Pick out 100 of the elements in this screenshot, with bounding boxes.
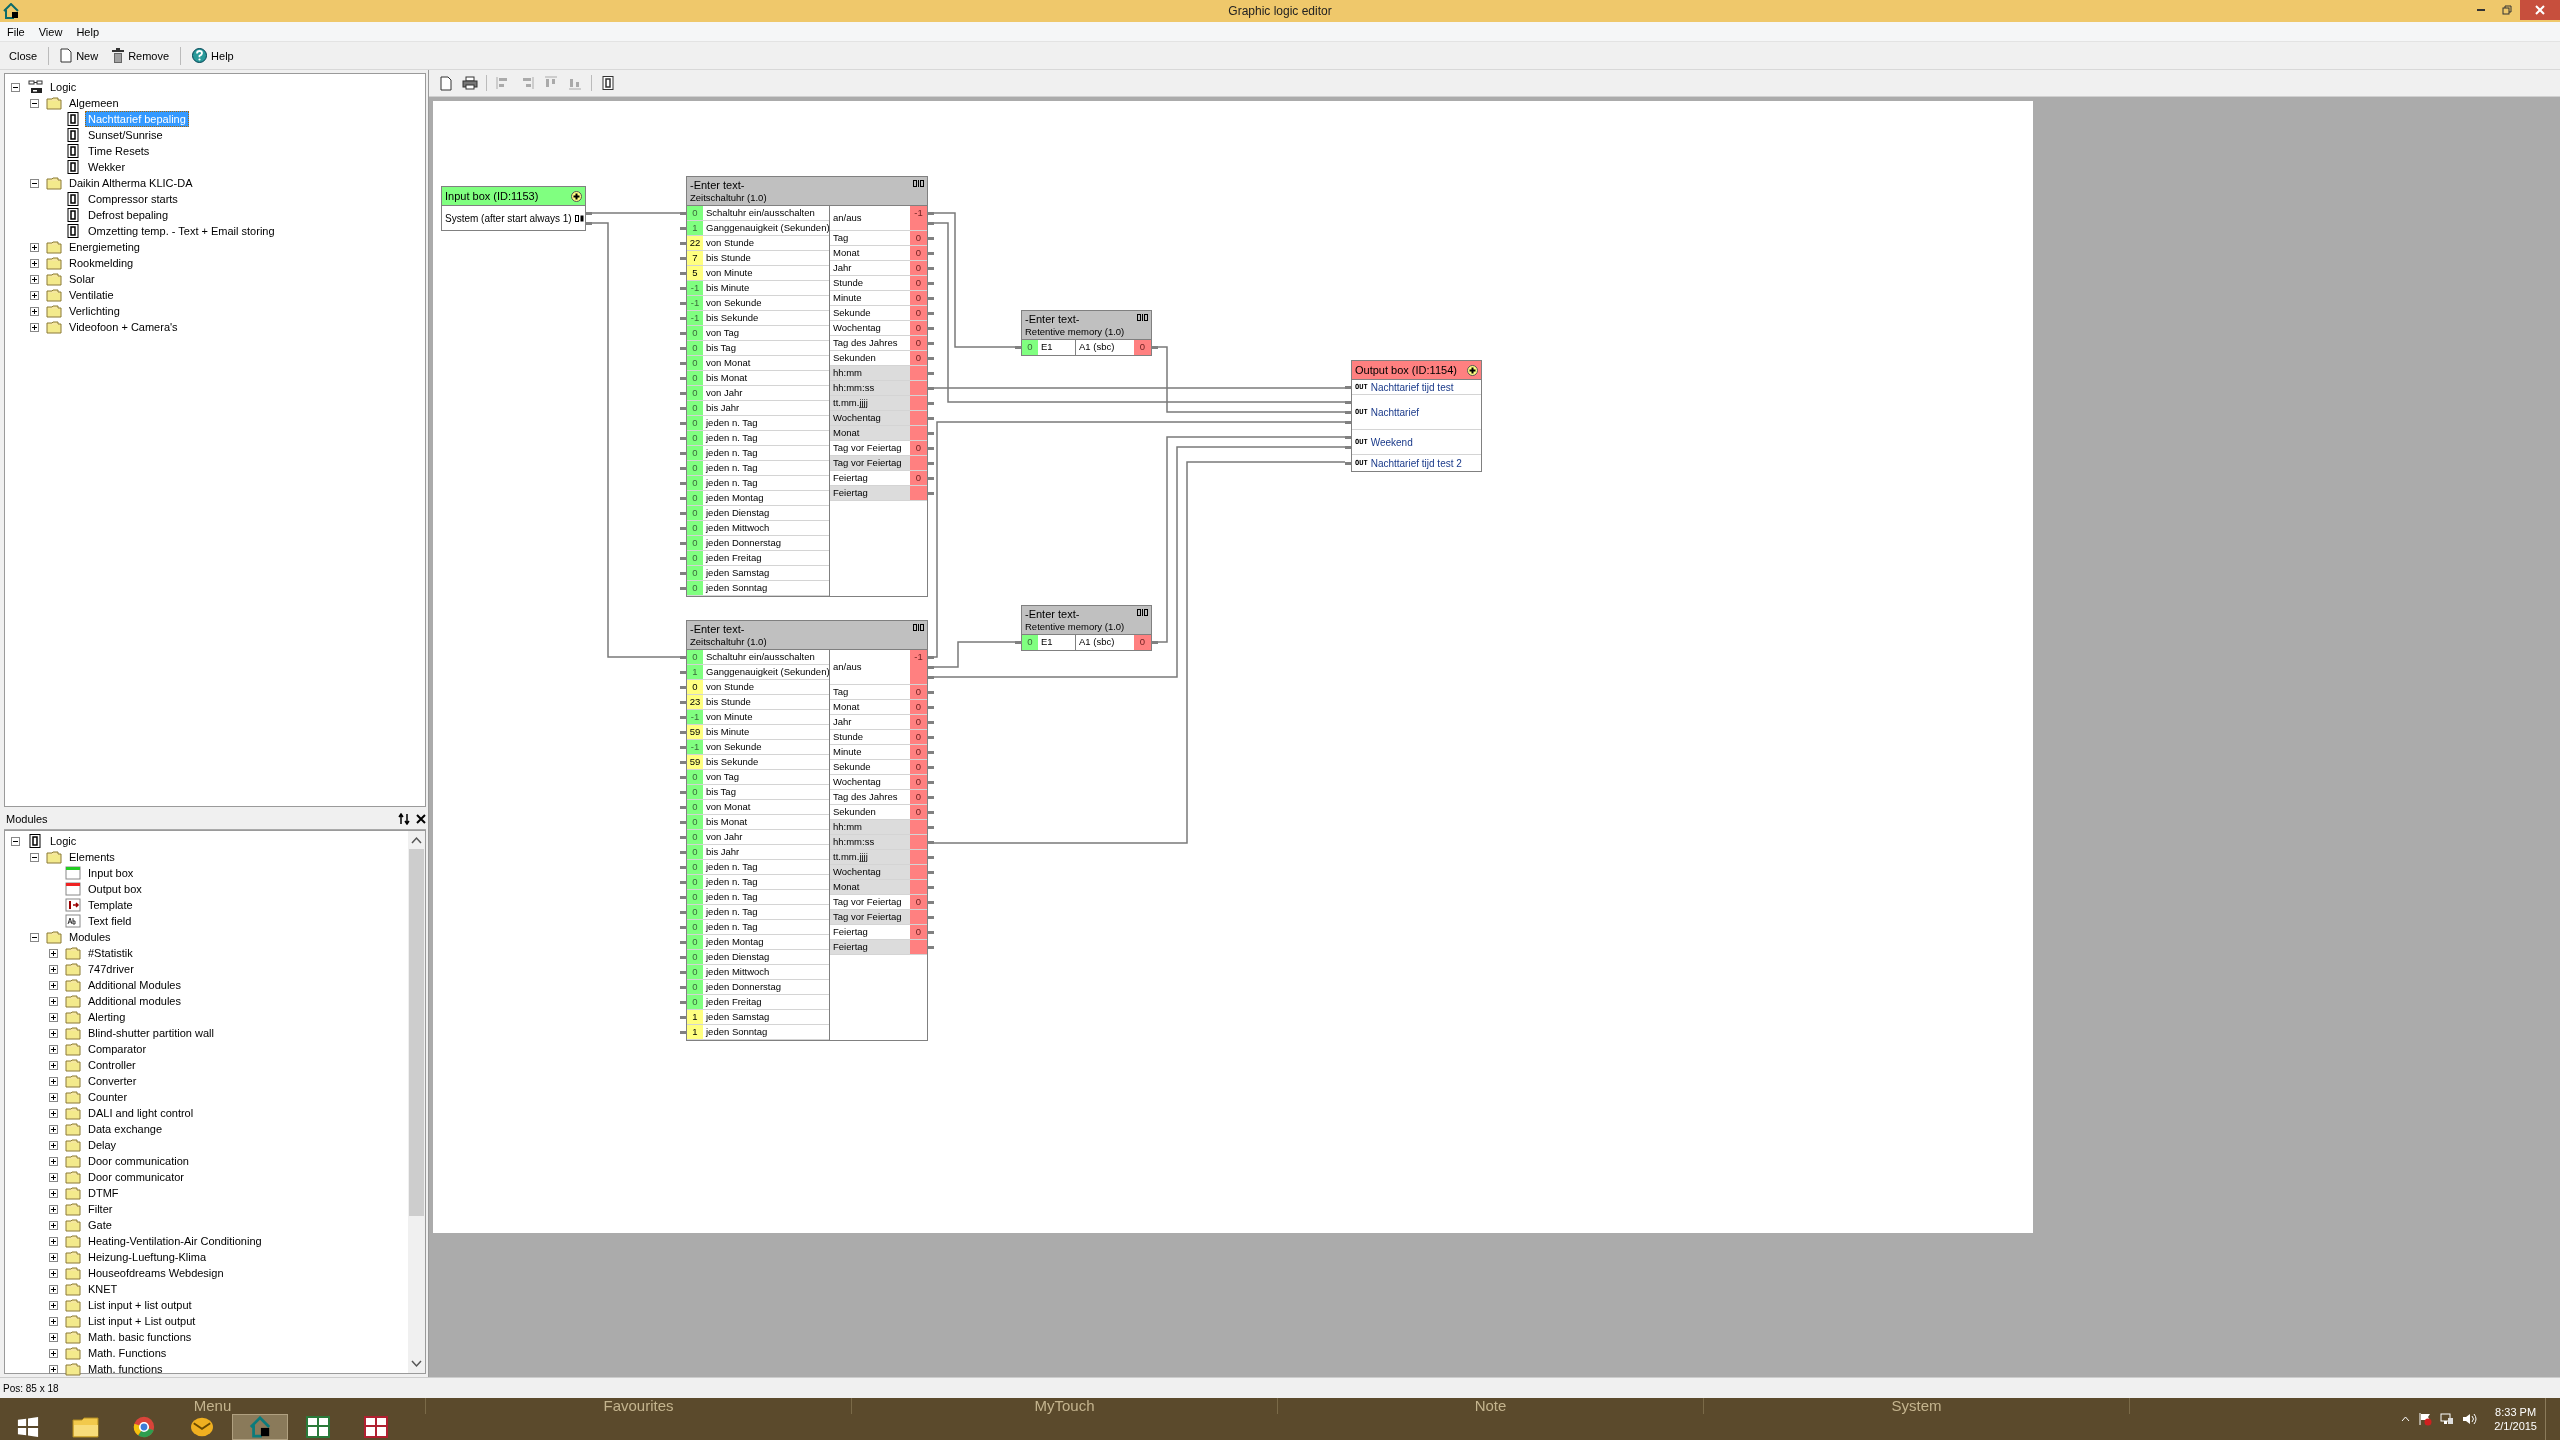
- tree-item[interactable]: 747driver: [85, 961, 137, 977]
- expand-icon[interactable]: [30, 258, 39, 268]
- tree-item[interactable]: Daikin Altherma KLIC-DA: [66, 175, 196, 191]
- house-icon[interactable]: [3, 3, 19, 19]
- clock-date[interactable]: 2/1/2015: [2494, 1420, 2537, 1432]
- input-value[interactable]: 59: [687, 725, 703, 739]
- input-value[interactable]: 0: [687, 461, 703, 475]
- tree-item[interactable]: Data exchange: [85, 1121, 165, 1137]
- input-value[interactable]: 0: [687, 860, 703, 874]
- collapse-icon[interactable]: [30, 932, 39, 942]
- tree-item[interactable]: Algemeen: [66, 95, 122, 111]
- input-value[interactable]: 59: [687, 755, 703, 769]
- tree-item[interactable]: Filter: [85, 1201, 116, 1217]
- tree-item[interactable]: List input + List output: [85, 1313, 199, 1329]
- tree-item[interactable]: Counter: [85, 1089, 131, 1105]
- tree-item[interactable]: Input box: [85, 865, 137, 881]
- tree-item[interactable]: Math. Functions: [85, 1345, 170, 1361]
- input-value[interactable]: 0: [687, 935, 703, 949]
- expand-icon[interactable]: [49, 1140, 58, 1150]
- input-value[interactable]: 0: [687, 566, 703, 580]
- tree-item[interactable]: Logic: [47, 79, 80, 95]
- tree-item[interactable]: List input + list output: [85, 1297, 195, 1313]
- input-value[interactable]: -1: [687, 296, 703, 310]
- input-value[interactable]: 0: [687, 965, 703, 979]
- tree-item[interactable]: Controller: [85, 1057, 139, 1073]
- input-value[interactable]: 0: [687, 326, 703, 340]
- close-button[interactable]: [2520, 0, 2560, 20]
- tree-item[interactable]: Logic: [47, 833, 80, 849]
- collapse-icon[interactable]: [11, 82, 20, 92]
- tree-item[interactable]: Heating-Ventilation-Air Conditioning: [85, 1233, 265, 1249]
- expand-icon[interactable]: [30, 306, 39, 316]
- expand-icon[interactable]: [30, 290, 39, 300]
- expand-icon[interactable]: [49, 1044, 58, 1054]
- input-value[interactable]: -1: [687, 710, 703, 724]
- input-value[interactable]: 0: [687, 416, 703, 430]
- input-value[interactable]: 0: [687, 920, 703, 934]
- tree-item[interactable]: Math. functions: [85, 1361, 166, 1377]
- tree-item[interactable]: Math. basic functions: [85, 1329, 195, 1345]
- tree-item[interactable]: Verlichting: [66, 303, 123, 319]
- input-value[interactable]: 0: [687, 386, 703, 400]
- tree-item[interactable]: Heizung-Lueftung-Klima: [85, 1249, 209, 1265]
- expand-icon[interactable]: [49, 996, 58, 1006]
- tree-item[interactable]: Elements: [66, 849, 118, 865]
- toolbar-button[interactable]: Close: [6, 47, 41, 64]
- tree-item[interactable]: Additional modules: [85, 993, 184, 1009]
- collapse-icon[interactable]: [30, 98, 39, 108]
- input-value[interactable]: 0: [687, 401, 703, 415]
- connector-pin[interactable]: [1345, 461, 1351, 465]
- expand-icon[interactable]: [49, 1300, 58, 1310]
- input-value[interactable]: 7: [687, 251, 703, 265]
- input-value[interactable]: 0: [687, 341, 703, 355]
- tree-item[interactable]: DTMF: [85, 1185, 122, 1201]
- expand-icon[interactable]: [49, 1316, 58, 1326]
- tree-item[interactable]: DALI and light control: [85, 1105, 197, 1121]
- input-value[interactable]: -1: [687, 281, 703, 295]
- tree-item[interactable]: Door communicator: [85, 1169, 187, 1185]
- tree-item[interactable]: Template: [85, 897, 136, 913]
- close-icon[interactable]: [416, 814, 426, 824]
- app-bar-tab[interactable]: System: [1704, 1398, 2130, 1414]
- input-value[interactable]: 0: [687, 770, 703, 784]
- tree-item[interactable]: Sunset/Sunrise: [85, 127, 166, 143]
- expand-icon[interactable]: [49, 1236, 58, 1246]
- toolbar-button[interactable]: Remove: [109, 46, 173, 65]
- input-value[interactable]: 0: [687, 890, 703, 904]
- expand-icon[interactable]: [30, 274, 39, 284]
- tree-item[interactable]: Defrost bepaling: [85, 207, 172, 223]
- input-value[interactable]: 0: [687, 476, 703, 490]
- expand-icon[interactable]: [30, 242, 39, 252]
- menu-item[interactable]: File: [7, 25, 25, 38]
- tree-item[interactable]: Compressor starts: [85, 191, 181, 207]
- expand-icon[interactable]: [49, 1188, 58, 1198]
- input-value[interactable]: 0: [687, 521, 703, 535]
- tree-item[interactable]: Delay: [85, 1137, 120, 1153]
- expand-icon[interactable]: [49, 1348, 58, 1358]
- expand-icon[interactable]: [49, 1156, 58, 1166]
- input-value[interactable]: 0: [687, 845, 703, 859]
- tree-item[interactable]: Converter: [85, 1073, 140, 1089]
- clock-time[interactable]: 8:33 PM: [2495, 1406, 2537, 1418]
- folder-icon[interactable]: [72, 1416, 100, 1438]
- mail-icon[interactable]: [189, 1416, 215, 1438]
- expand-icon[interactable]: [49, 1284, 58, 1294]
- expand-icon[interactable]: [49, 1092, 58, 1102]
- expand-icon[interactable]: [49, 1364, 58, 1374]
- volume-icon[interactable]: [2462, 1412, 2479, 1426]
- input-value[interactable]: 0: [687, 980, 703, 994]
- scrollbar[interactable]: [408, 831, 425, 1373]
- module-icon[interactable]: [602, 76, 614, 90]
- tree-item[interactable]: Time Resets: [85, 143, 153, 159]
- browser-icon[interactable]: [131, 1416, 157, 1438]
- tree-item[interactable]: Modules: [66, 929, 114, 945]
- input-value[interactable]: 0: [687, 356, 703, 370]
- sort-icon[interactable]: [398, 813, 410, 825]
- network-icon[interactable]: [2440, 1412, 2455, 1426]
- input-value[interactable]: 0: [687, 785, 703, 799]
- expand-icon[interactable]: [30, 322, 39, 332]
- scroll-up-icon[interactable]: [411, 836, 422, 844]
- input-value[interactable]: 1: [687, 665, 703, 679]
- expand-icon[interactable]: [49, 1332, 58, 1342]
- scroll-down-icon[interactable]: [411, 1360, 422, 1368]
- expand-icon[interactable]: [49, 1060, 58, 1070]
